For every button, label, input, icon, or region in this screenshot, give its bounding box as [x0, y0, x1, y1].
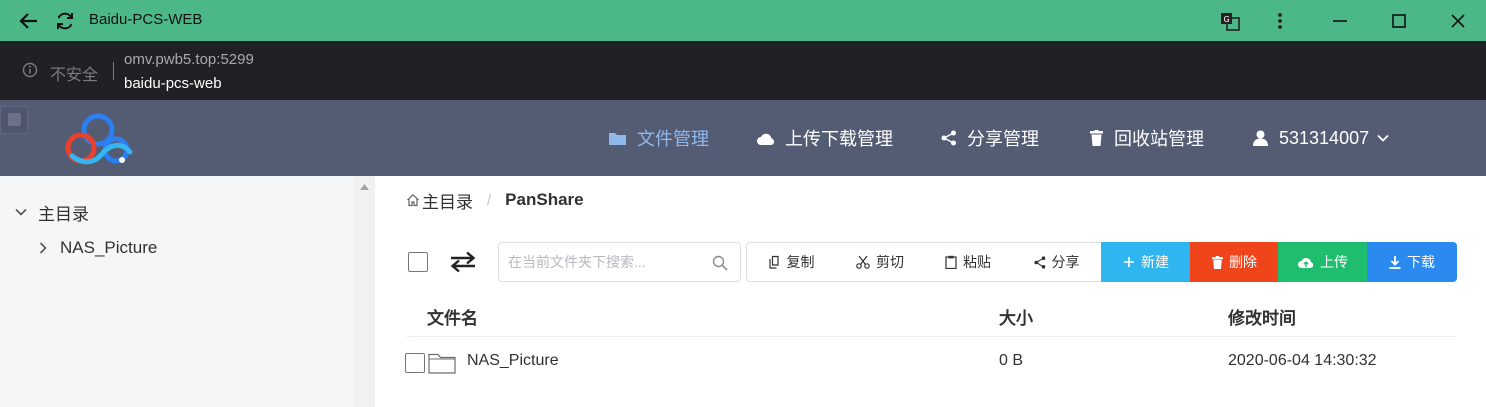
cloud-upload-icon [1298, 258, 1314, 268]
trash-icon [1090, 130, 1103, 146]
share-label: 分享 [1051, 254, 1080, 270]
username: 531314007 [1279, 127, 1370, 148]
nav-recycle-management[interactable]: 回收站管理 [1090, 126, 1204, 150]
download-icon [1389, 255, 1401, 269]
paste-button[interactable]: 粘贴 [924, 242, 1013, 282]
copy-icon [768, 255, 779, 269]
search-icon[interactable] [712, 255, 728, 271]
svg-text:G: G [1224, 15, 1230, 24]
sidebar-scrollbar[interactable] [354, 176, 375, 407]
column-header-name[interactable]: 文件名 [427, 304, 478, 329]
window-title: Baidu-PCS-WEB [89, 11, 203, 28]
security-label[interactable]: 不安全 [50, 61, 98, 85]
chevron-down-icon [15, 208, 27, 216]
folder-icon [428, 353, 456, 374]
tree-node-label: NAS_Picture [60, 238, 158, 257]
scissors-icon [856, 255, 870, 269]
column-header-size[interactable]: 大小 [999, 304, 1033, 329]
row-checkbox[interactable] [405, 353, 425, 373]
user-menu[interactable]: 531314007 [1253, 126, 1389, 150]
new-button[interactable]: 新建 [1101, 242, 1191, 282]
chevron-down-icon [1377, 134, 1389, 142]
folder-icon [609, 133, 626, 145]
download-label: 下载 [1407, 254, 1435, 270]
copy-button[interactable]: 复制 [746, 242, 837, 282]
breadcrumb-home[interactable]: 主目录 [422, 188, 473, 213]
info-icon[interactable] [22, 62, 38, 78]
translate-icon[interactable]: G [1217, 8, 1243, 34]
app-titlebar: Baidu-PCS-WEB G [0, 0, 1486, 41]
address-divider [113, 62, 114, 80]
scroll-up-arrow-icon[interactable] [360, 184, 369, 190]
url-text[interactable]: omv.pwb5.top:5299 [124, 51, 254, 68]
column-header-modified[interactable]: 修改时间 [1228, 304, 1296, 329]
delete-label: 删除 [1229, 254, 1257, 270]
download-button[interactable]: 下载 [1367, 242, 1457, 282]
cut-button[interactable]: 剪切 [836, 242, 925, 282]
share-icon [941, 130, 956, 146]
page-title-text: baidu-pcs-web [124, 75, 222, 92]
baidu-cloud-logo-icon[interactable] [64, 110, 136, 168]
collapse-toggle[interactable] [0, 106, 28, 134]
tree-node-root[interactable]: 主目录 [14, 201, 89, 224]
maximize-icon[interactable] [1386, 8, 1412, 34]
nav-file-management-label: 文件管理 [637, 129, 709, 149]
back-arrow-icon[interactable] [16, 8, 42, 34]
minimize-icon[interactable] [1327, 8, 1353, 34]
upload-label: 上传 [1320, 254, 1348, 270]
nav-transfer-management-label: 上传下载管理 [785, 129, 893, 149]
breadcrumb: 主目录 / PanShare [406, 188, 584, 213]
upload-button[interactable]: 上传 [1278, 242, 1368, 282]
breadcrumb-separator: / [487, 191, 492, 209]
select-all-checkbox[interactable] [408, 252, 428, 272]
trash-icon [1212, 255, 1223, 269]
plus-icon [1124, 257, 1134, 267]
address-bar: 不安全 omv.pwb5.top:5299 baidu-pcs-web [0, 41, 1486, 100]
breadcrumb-current: PanShare [505, 190, 584, 209]
nav-file-management[interactable]: 文件管理 [609, 126, 709, 150]
chevron-right-icon [39, 242, 47, 254]
share-icon [1033, 255, 1045, 269]
home-icon [407, 193, 419, 207]
close-icon[interactable] [1445, 8, 1471, 34]
swap-arrows-icon[interactable] [449, 250, 477, 274]
cut-label: 剪切 [876, 254, 904, 270]
nav-recycle-management-label: 回收站管理 [1114, 129, 1204, 149]
more-vert-icon[interactable] [1267, 8, 1293, 34]
file-name[interactable]: NAS_Picture [467, 352, 559, 370]
file-size: 0 B [999, 352, 1024, 369]
nav-share-management-label: 分享管理 [967, 129, 1039, 149]
paste-label: 粘贴 [963, 254, 991, 270]
file-modified-time: 2020-06-04 14:30:32 [1228, 352, 1377, 369]
tree-node-label: 主目录 [38, 204, 89, 224]
share-button[interactable]: 分享 [1012, 242, 1102, 282]
search-box [498, 242, 741, 282]
delete-button[interactable]: 删除 [1190, 242, 1279, 282]
clipboard-icon [945, 255, 957, 269]
tree-node-nas-picture[interactable]: NAS_Picture [38, 237, 157, 259]
nav-transfer-management[interactable]: 上传下载管理 [757, 126, 893, 150]
copy-label: 复制 [786, 254, 815, 270]
reload-icon[interactable] [52, 8, 78, 34]
nav-share-management[interactable]: 分享管理 [941, 126, 1039, 150]
table-header-divider [406, 336, 1456, 337]
cloud-icon [757, 133, 775, 145]
new-label: 新建 [1141, 254, 1169, 270]
user-icon [1253, 130, 1268, 146]
search-input[interactable] [508, 252, 708, 272]
